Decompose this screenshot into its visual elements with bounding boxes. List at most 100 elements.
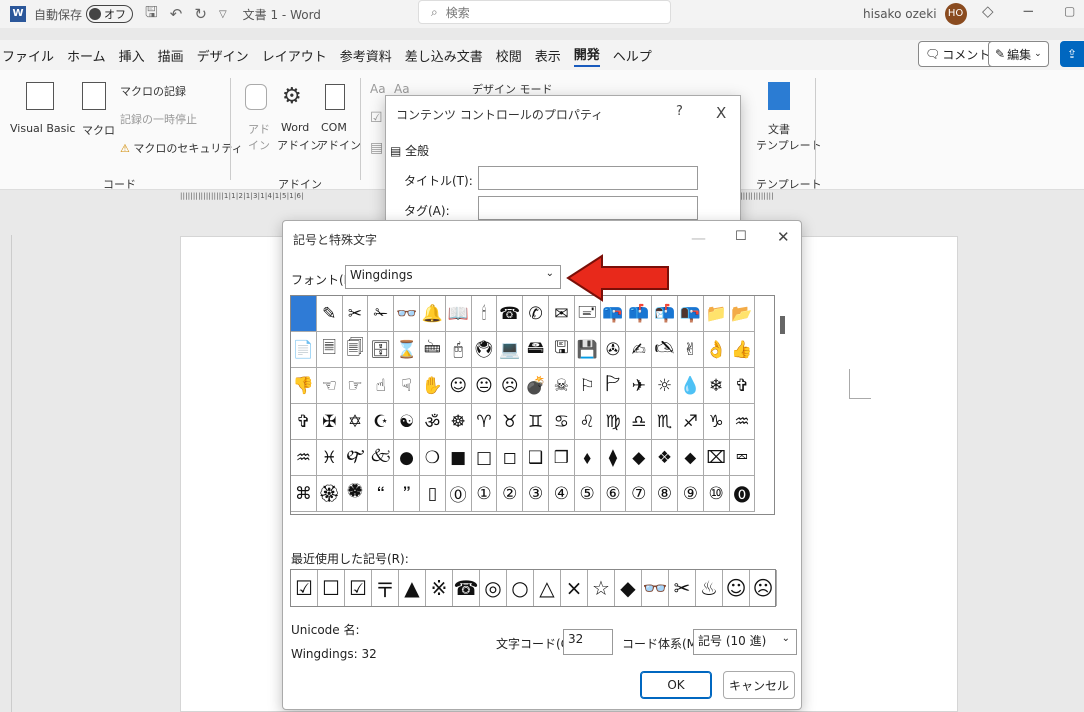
symbol-cell[interactable]: ♏ — [652, 404, 678, 440]
word-addin-button-2[interactable]: アドイン — [277, 137, 321, 153]
symbol-cell[interactable]: ❄ — [703, 368, 730, 404]
recent-symbol-cell[interactable]: ◎ — [480, 570, 507, 606]
symbol-cell[interactable]: ◆ — [626, 440, 653, 476]
symbol-cell[interactable]: 👓 — [394, 296, 420, 332]
macro-icon[interactable] — [82, 82, 106, 110]
visual-basic-button[interactable]: Visual Basic — [10, 122, 75, 135]
symbol-cell[interactable]: ⑩ — [703, 476, 730, 512]
symbol-cell[interactable]: ✈ — [626, 368, 653, 404]
symbol-cell[interactable]: ♋ — [548, 404, 575, 440]
recent-symbol-cell[interactable]: ○ — [507, 570, 534, 606]
recent-symbol-cell[interactable]: ◆ — [615, 570, 642, 606]
symbol-cell[interactable]: 📄 — [291, 332, 317, 368]
symbol-cell[interactable]: 🖲 — [471, 332, 498, 368]
symbol-cell[interactable]: ☠ — [548, 368, 575, 404]
symbol-cell[interactable]: ॐ — [419, 404, 446, 440]
share-button[interactable]: ⇪ — [1060, 41, 1084, 67]
symbol-cell[interactable]: ♒ — [291, 440, 317, 476]
symbol-cell[interactable]: ■ — [445, 440, 472, 476]
recent-symbol-cell[interactable]: ✂ — [669, 570, 696, 606]
tab-home[interactable]: ホーム — [67, 46, 106, 65]
recent-symbol-cell[interactable]: ☐ — [318, 570, 345, 606]
symbol-cell[interactable]: ♍ — [600, 404, 627, 440]
symbol-cell[interactable]: 🏵 — [316, 476, 343, 512]
symbol-cell[interactable]: 🙶 — [368, 476, 395, 512]
symbol-cell[interactable]: 🏱 — [600, 368, 627, 404]
tab-help[interactable]: ヘルプ — [613, 46, 652, 65]
symbol-cell[interactable]: 🗄 — [368, 332, 395, 368]
symbol-cell[interactable]: ② — [497, 476, 524, 512]
symbol-cell[interactable]: ✆ — [523, 296, 549, 332]
symbol-cell[interactable]: 🖎 — [652, 332, 678, 368]
recent-symbol-cell[interactable]: ▲ — [399, 570, 426, 606]
symbol-cell[interactable]: 👎 — [291, 368, 317, 404]
symbol-cell[interactable]: ❑ — [523, 440, 549, 476]
symbol-grid[interactable]: ✎ ✂ ✁ 👓 🔔 📖 🕯 ☎ ✆ ✉ 🖃 📪 📫 📬 📭 📁 📂 📄 🗏 🗐 🗄 ⌛ 🖮 🖰 🖲 💻 🖴 🖫 💾 ✇ ✍ 🖎 ✌ 👌 👍 👎 ☜ ☞ ☝ ☟… — [290, 295, 775, 515]
symbol-grid-scrollbar[interactable] — [780, 316, 785, 334]
recent-symbol-cell[interactable]: ☑ — [345, 570, 372, 606]
symbol-cell[interactable]: 📖 — [445, 296, 472, 332]
com-addin-button-2[interactable]: アドイン — [317, 137, 361, 153]
recent-symbol-cell[interactable]: ☆ — [588, 570, 615, 606]
cancel-button[interactable]: キャンセル — [723, 671, 795, 699]
symbol-cell[interactable]: ☸ — [445, 404, 472, 440]
customize-qat-icon[interactable]: ▽ — [219, 9, 227, 20]
symbol-cell[interactable]: ❍ — [419, 440, 446, 476]
symbol-cell[interactable]: 🕯 — [471, 296, 498, 332]
symbol-cell[interactable]: 🙵 — [368, 440, 395, 476]
recent-symbol-cell[interactable]: ☹ — [750, 570, 777, 606]
tab-references[interactable]: 参考資料 — [340, 46, 392, 65]
symbol-cell[interactable]: ✠ — [316, 404, 343, 440]
symbol-cell[interactable]: ☜ — [316, 368, 343, 404]
symbol-cell[interactable]: ⚐ — [574, 368, 601, 404]
symbol-cell[interactable]: ⬧ — [574, 440, 601, 476]
tab-design[interactable]: デザイン — [197, 46, 249, 65]
symbol-cell[interactable]: 🖰 — [445, 332, 472, 368]
premium-diamond-icon[interactable]: ◇ — [982, 2, 994, 20]
symbol-cell[interactable]: ☪ — [368, 404, 395, 440]
symbol-cell[interactable]: 🖮 — [419, 332, 446, 368]
symbol-cell[interactable]: ✁ — [368, 296, 395, 332]
symbol-cell[interactable]: ✞ — [291, 404, 317, 440]
symbol-cell[interactable]: 😐 — [471, 368, 498, 404]
recent-symbol-cell[interactable]: △ — [534, 570, 561, 606]
document-template-button-2[interactable]: テンプレート — [756, 137, 822, 153]
symbol-cell[interactable] — [291, 296, 317, 332]
symbol-cell[interactable]: 📂 — [729, 296, 756, 332]
redo-icon[interactable]: ↻ — [194, 5, 207, 23]
symbol-cell[interactable]: 💣 — [523, 368, 549, 404]
record-macro-button[interactable]: マクロの記録 — [120, 83, 186, 99]
symbol-cell[interactable]: 🖫 — [548, 332, 575, 368]
recent-symbol-cell[interactable]: ☺ — [723, 570, 750, 606]
tab-mailings[interactable]: 差し込み文書 — [405, 46, 483, 65]
word-addin-button-1[interactable]: Word — [281, 121, 309, 134]
symbol-cell[interactable]: ☟ — [394, 368, 420, 404]
visual-basic-icon[interactable] — [26, 82, 54, 110]
code-system-select[interactable]: 記号 (10 進) ⌄ — [693, 629, 797, 655]
symbol-cell[interactable]: ◻ — [497, 440, 524, 476]
symbol-cell[interactable]: ⑧ — [652, 476, 678, 512]
symbol-cell[interactable]: ❒ — [548, 440, 575, 476]
symbol-cell[interactable]: 🙰 — [342, 440, 369, 476]
recent-symbol-cell[interactable]: 👓 — [642, 570, 669, 606]
symbol-cell[interactable]: ♉ — [497, 404, 524, 440]
symbol-cell[interactable]: ⌛ — [394, 332, 420, 368]
autosave-toggle[interactable]: オフ — [86, 5, 134, 23]
com-addin-button-1[interactable]: COM — [321, 121, 347, 134]
symbol-cell[interactable]: ♒ — [729, 404, 756, 440]
symbol-cell[interactable]: 💾 — [574, 332, 601, 368]
symbol-cell[interactable]: 🗐 — [342, 332, 369, 368]
symbol-cell[interactable]: ✞ — [729, 368, 756, 404]
save-icon[interactable]: 🖫 — [145, 2, 158, 27]
gear-icon[interactable]: ⚙ — [282, 84, 302, 109]
recent-symbol-cell[interactable]: × — [561, 570, 588, 606]
symbol-cell[interactable]: ♓ — [316, 440, 343, 476]
symbol-cell[interactable]: □ — [471, 440, 498, 476]
symbol-cell[interactable]: 🖴 — [523, 332, 549, 368]
symbol-cell[interactable]: ✍ — [626, 332, 653, 368]
symbol-cell[interactable]: ♎ — [626, 404, 653, 440]
minimize-icon[interactable]: − — [1022, 2, 1035, 20]
symbol-cell[interactable]: 👍 — [729, 332, 756, 368]
macro-button[interactable]: マクロ — [82, 122, 115, 138]
symbol-cell[interactable]: ♊ — [523, 404, 549, 440]
